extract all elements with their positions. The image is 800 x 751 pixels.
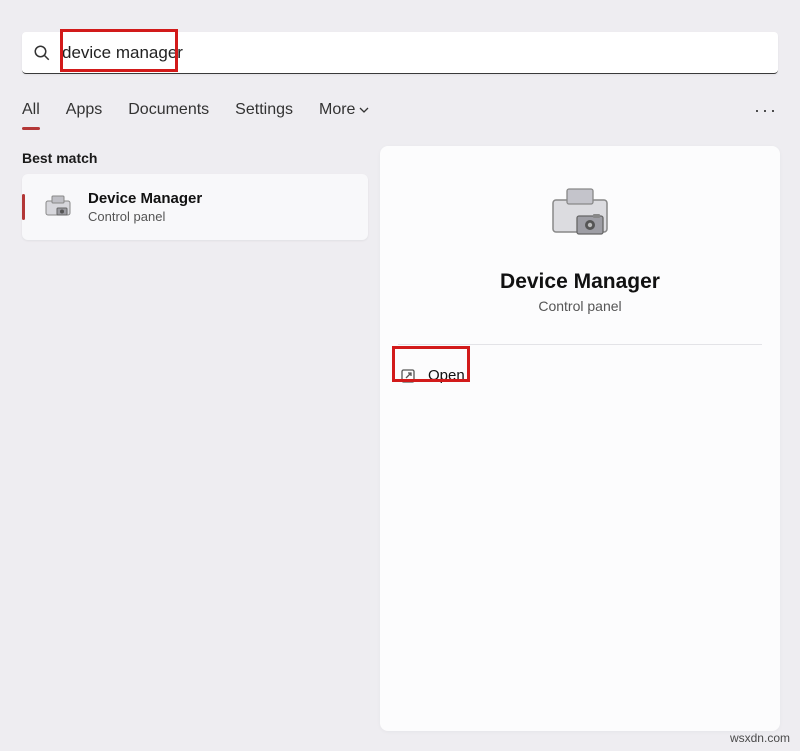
open-icon [400, 368, 416, 384]
result-accent [22, 194, 25, 220]
device-manager-icon [40, 189, 76, 225]
tab-documents[interactable]: Documents [128, 96, 209, 124]
preview-title: Device Manager [398, 270, 762, 294]
tab-all[interactable]: All [22, 96, 40, 124]
search-icon [22, 44, 62, 62]
tab-more[interactable]: More [319, 96, 369, 124]
open-label: Open [428, 367, 465, 384]
open-action[interactable]: Open [398, 363, 467, 388]
section-best-match: Best match [22, 150, 97, 166]
search-input[interactable] [62, 33, 778, 73]
result-device-manager[interactable]: Device Manager Control panel [22, 174, 368, 240]
preview-subtitle: Control panel [398, 298, 762, 314]
search-bar[interactable] [22, 32, 778, 74]
preview-divider [398, 344, 762, 345]
filter-tabs: All Apps Documents Settings More ··· [22, 96, 778, 124]
result-subtitle: Control panel [88, 209, 202, 224]
preview-panel: Device Manager Control panel Open [380, 146, 780, 731]
overflow-menu[interactable]: ··· [754, 100, 778, 121]
tab-apps[interactable]: Apps [66, 96, 102, 124]
result-text: Device Manager Control panel [88, 190, 202, 224]
tab-settings[interactable]: Settings [235, 96, 293, 124]
result-title: Device Manager [88, 190, 202, 207]
chevron-down-icon [359, 105, 369, 115]
watermark: wsxdn.com [730, 731, 790, 745]
preview-icon [398, 184, 762, 244]
tab-more-label: More [319, 96, 355, 124]
